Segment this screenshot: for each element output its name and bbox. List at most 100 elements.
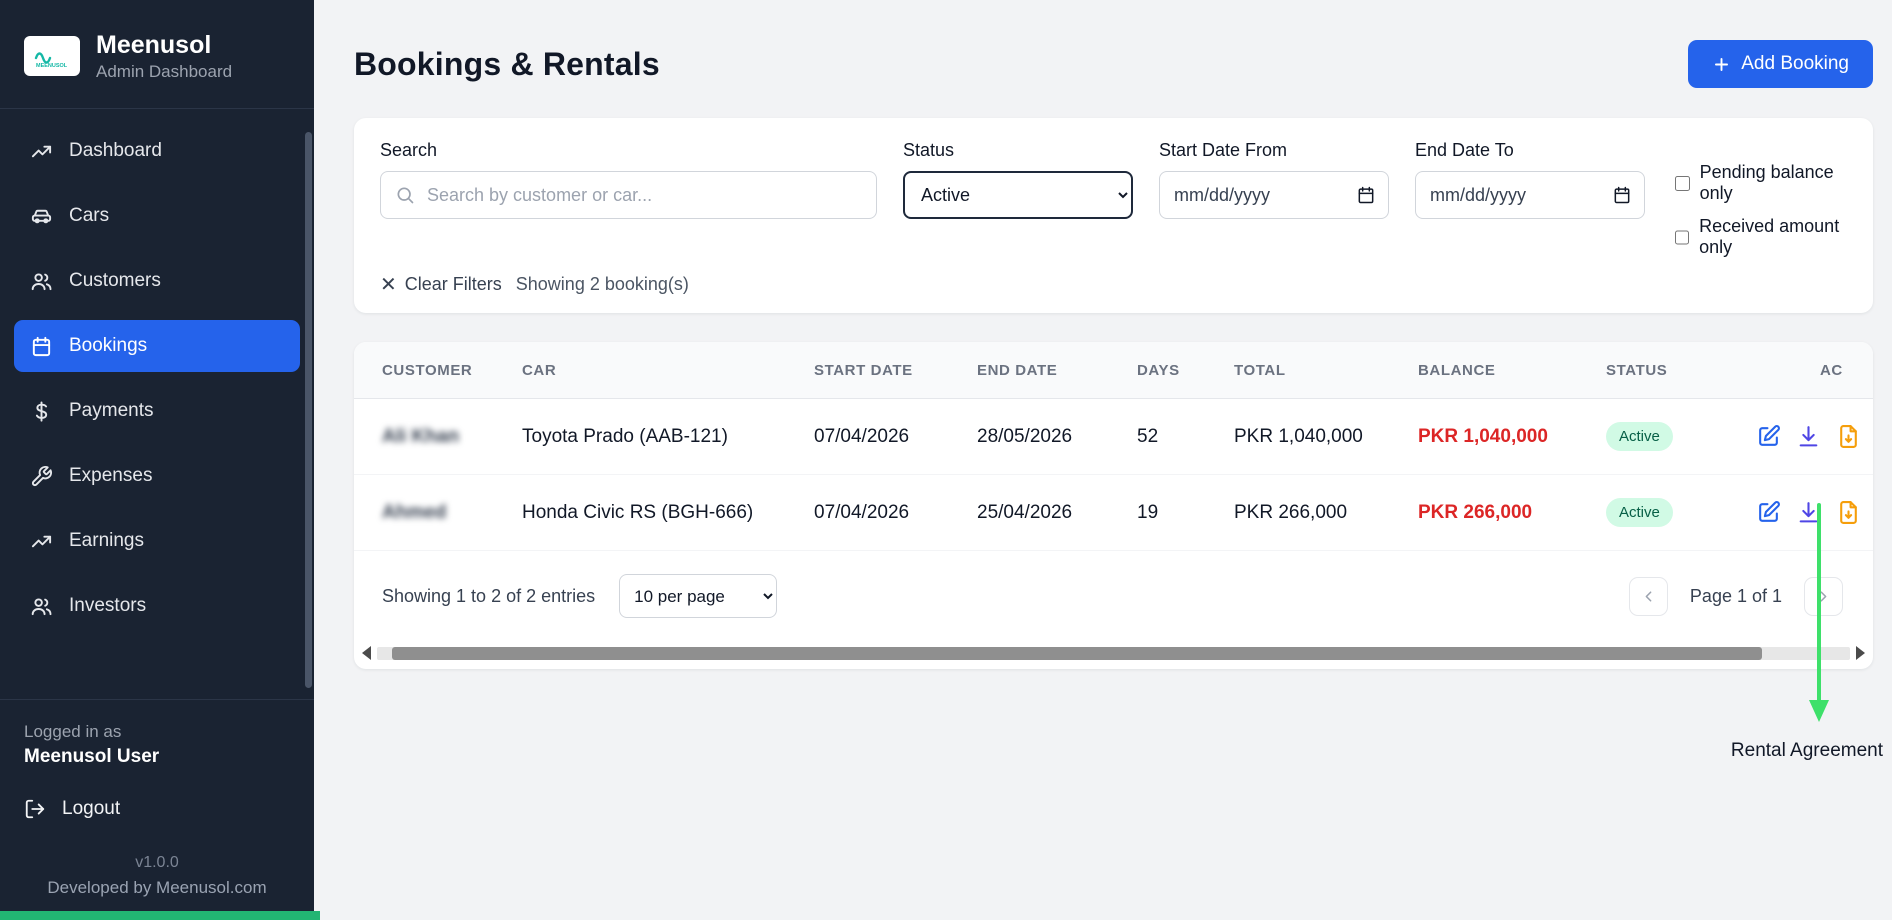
- download-icon: [1796, 424, 1821, 449]
- start-date-label: Start Date From: [1159, 140, 1389, 161]
- logout-button[interactable]: Logout: [24, 798, 290, 820]
- col-actions: AC: [1728, 362, 1873, 379]
- svg-text:MEENUSOL: MEENUSOL: [36, 63, 68, 69]
- users-icon: [30, 595, 53, 618]
- sidebar-item-expenses[interactable]: Expenses: [14, 450, 300, 502]
- clear-icon: ✕: [380, 275, 397, 295]
- col-customer: CUSTOMER: [354, 362, 494, 379]
- scroll-left-arrow[interactable]: [362, 646, 371, 660]
- table-header-row: CUSTOMER CAR START DATE END DATE DAYS TO…: [354, 342, 1873, 399]
- table-row: Ahmed Honda Civic RS (BGH-666) 07/04/202…: [354, 475, 1873, 551]
- users-icon: [30, 270, 53, 293]
- download-invoice-button[interactable]: [1796, 500, 1821, 525]
- sidebar-item-investors[interactable]: Investors: [14, 580, 300, 632]
- app-version: v1.0.0: [24, 854, 290, 872]
- logout-label: Logout: [62, 798, 120, 820]
- days: 19: [1109, 502, 1206, 524]
- scrollbar-thumb[interactable]: [392, 647, 1762, 660]
- meenusol-logo: MEENUSOL: [24, 36, 80, 76]
- pending-balance-label: Pending balance only: [1700, 162, 1847, 204]
- col-balance: BALANCE: [1390, 362, 1578, 379]
- filters-card: Search Status Active Start Date From: [354, 118, 1873, 313]
- sidebar-item-payments[interactable]: Payments: [14, 385, 300, 437]
- edit-icon: [1756, 424, 1781, 449]
- horizontal-scrollbar[interactable]: [362, 645, 1865, 661]
- page-title: Bookings & Rentals: [354, 46, 660, 83]
- sidebar-item-label: Bookings: [69, 335, 147, 357]
- start-date: 07/04/2026: [786, 502, 949, 524]
- car-icon: [30, 205, 53, 228]
- file-download-icon: [1836, 500, 1861, 525]
- customer-name: Ahmed: [382, 502, 446, 523]
- balance-amount: PKR 1,040,000: [1390, 426, 1578, 448]
- rental-agreement-button[interactable]: [1836, 500, 1861, 525]
- trending-up-icon: [30, 530, 53, 553]
- sidebar-item-label: Earnings: [69, 530, 144, 552]
- main-content: Bookings & Rentals Add Booking Search St…: [314, 0, 1892, 920]
- sidebar: MEENUSOL Meenusol Admin Dashboard Dashbo…: [0, 0, 314, 920]
- balance-amount: PKR 266,000: [1390, 502, 1578, 524]
- wrench-icon: [30, 465, 53, 488]
- plus-icon: [1712, 55, 1731, 74]
- edit-booking-button[interactable]: [1756, 424, 1781, 449]
- calendar-icon: [30, 335, 53, 358]
- sidebar-item-label: Investors: [69, 595, 146, 617]
- file-download-icon: [1836, 424, 1861, 449]
- chevron-left-icon: [1640, 588, 1657, 605]
- download-invoice-button[interactable]: [1796, 424, 1821, 449]
- received-amount-label: Received amount only: [1699, 216, 1847, 258]
- sidebar-item-earnings[interactable]: Earnings: [14, 515, 300, 567]
- developed-by: Developed by Meenusol.com: [24, 878, 290, 898]
- col-start-date: START DATE: [786, 362, 949, 379]
- sidebar-scrollbar[interactable]: [305, 132, 312, 688]
- showing-bookings-count: Showing 2 booking(s): [516, 274, 689, 295]
- page-info: Page 1 of 1: [1690, 586, 1782, 607]
- total-amount: PKR 266,000: [1206, 502, 1390, 524]
- add-booking-label: Add Booking: [1741, 53, 1849, 75]
- per-page-select[interactable]: 10 per page: [619, 574, 777, 618]
- entries-text: Showing 1 to 2 of 2 entries: [382, 586, 595, 607]
- end-date: 28/05/2026: [949, 426, 1109, 448]
- logout-icon: [24, 798, 46, 820]
- rental-agreement-button[interactable]: [1836, 424, 1861, 449]
- status-select[interactable]: Active: [903, 171, 1133, 219]
- scrollbar-track[interactable]: [377, 647, 1850, 660]
- col-end-date: END DATE: [949, 362, 1109, 379]
- sidebar-item-dashboard[interactable]: Dashboard: [14, 125, 300, 177]
- total-amount: PKR 1,040,000: [1206, 426, 1390, 448]
- days: 52: [1109, 426, 1206, 448]
- received-amount-checkbox[interactable]: Received amount only: [1675, 216, 1847, 258]
- download-icon: [1796, 500, 1821, 525]
- sidebar-item-customers[interactable]: Customers: [14, 255, 300, 307]
- sidebar-item-label: Payments: [69, 400, 153, 422]
- col-total: TOTAL: [1206, 362, 1390, 379]
- search-input[interactable]: [380, 171, 877, 219]
- trending-up-icon: [30, 140, 53, 163]
- table-row: Ali Khan Toyota Prado (AAB-121) 07/04/20…: [354, 399, 1873, 475]
- sidebar-nav: Dashboard Cars Customers Bookings Paymen…: [0, 109, 314, 645]
- search-label: Search: [380, 140, 877, 161]
- add-booking-button[interactable]: Add Booking: [1688, 40, 1873, 88]
- sidebar-item-bookings[interactable]: Bookings: [14, 320, 300, 372]
- clear-filters-label: Clear Filters: [405, 274, 502, 295]
- clear-filters-button[interactable]: ✕ Clear Filters: [380, 274, 502, 295]
- edit-icon: [1756, 500, 1781, 525]
- brand: MEENUSOL Meenusol Admin Dashboard: [0, 0, 314, 109]
- start-date-input[interactable]: [1159, 171, 1389, 219]
- end-date-input[interactable]: [1415, 171, 1645, 219]
- scroll-right-arrow[interactable]: [1856, 646, 1865, 660]
- prev-page-button[interactable]: [1629, 577, 1668, 616]
- sidebar-footer: Logged in as Meenusol User Logout v1.0.0…: [0, 699, 314, 920]
- received-amount-checkbox-input[interactable]: [1675, 229, 1689, 246]
- next-page-button[interactable]: [1804, 577, 1843, 616]
- end-date: 25/04/2026: [949, 502, 1109, 524]
- car-name: Toyota Prado (AAB-121): [494, 426, 786, 448]
- pending-balance-checkbox-input[interactable]: [1675, 175, 1690, 192]
- pending-balance-checkbox[interactable]: Pending balance only: [1675, 162, 1847, 204]
- main-header: Bookings & Rentals Add Booking: [354, 40, 1873, 88]
- edit-booking-button[interactable]: [1756, 500, 1781, 525]
- brand-subtitle: Admin Dashboard: [96, 62, 232, 82]
- table-footer: Showing 1 to 2 of 2 entries 10 per page …: [354, 551, 1873, 641]
- bookings-table-card: CUSTOMER CAR START DATE END DATE DAYS TO…: [354, 342, 1873, 669]
- sidebar-item-cars[interactable]: Cars: [14, 190, 300, 242]
